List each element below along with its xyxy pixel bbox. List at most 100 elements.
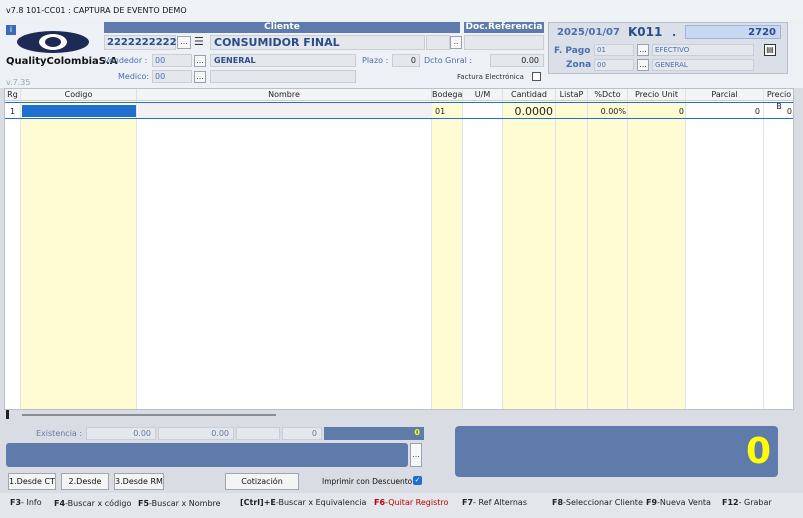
cliente-header: Cliente	[104, 22, 460, 33]
imprimir-descuento-label: Imprimir con Descuento	[322, 477, 413, 486]
shortcut-f9[interactable]: F9-Nueva Venta	[646, 498, 711, 507]
doc-code: K011	[628, 25, 663, 39]
docref-header: Doc.Referencia	[464, 22, 544, 33]
header-panel: i QualityColombiaS.A v.7.35 Cliente Doc.…	[0, 20, 803, 88]
doc-number-field: 2720	[685, 25, 781, 39]
existencia-field-2: 0.00	[158, 427, 234, 440]
zona-search-button[interactable]: ...	[637, 59, 649, 71]
row-nombre[interactable]	[138, 103, 432, 118]
version-label: v.7.35	[6, 78, 31, 87]
fpago-field[interactable]: 01	[594, 44, 634, 56]
zona-name-field: GENERAL	[652, 59, 754, 71]
existencia-field-4: 0	[324, 427, 424, 440]
shortcut-f7[interactable]: F7- Ref Alternas	[462, 498, 527, 507]
header-um[interactable]: U/M	[463, 89, 503, 101]
row-precio-b: 0	[786, 107, 792, 116]
header-parcial[interactable]: Parcial	[686, 89, 764, 101]
row-rg: 1	[10, 107, 16, 116]
medico-field[interactable]: 00	[152, 70, 192, 83]
existencia-label: Existencia :	[36, 429, 83, 438]
fpago-name-field: EFECTIVO	[652, 44, 754, 56]
header-dcto[interactable]: %Dcto	[588, 89, 628, 101]
notes-expand-button[interactable]: ...	[410, 443, 422, 467]
medico-search-button[interactable]: ...	[194, 71, 206, 83]
desde-ct-button[interactable]: 1.Desde CT	[8, 473, 56, 490]
client-extra-field[interactable]	[426, 35, 450, 50]
client-search-button[interactable]: ...	[177, 36, 191, 49]
col-precio-b	[764, 101, 793, 409]
plazo-label: Plazo :	[362, 56, 389, 65]
grid-scrollbar[interactable]	[22, 414, 276, 416]
shortcut-bar: F3- Info F4-Buscar x código F5-Buscar x …	[0, 493, 803, 518]
grid-scrollbar-thumb[interactable]	[6, 410, 9, 419]
dcto-gnral-label: Dcto Gnral :	[424, 56, 473, 65]
doc-sep: .	[672, 26, 677, 39]
desde-rm-button[interactable]: 3.Desde RM	[114, 473, 164, 490]
header-precio-unit[interactable]: Precio Unit	[628, 89, 686, 101]
docref-field[interactable]	[464, 35, 544, 50]
row-codigo-input[interactable]	[22, 105, 136, 117]
header-nombre[interactable]: Nombre	[137, 89, 432, 101]
notes-bar[interactable]	[6, 443, 408, 467]
row-bodega[interactable]: 01	[435, 104, 445, 119]
client-extra-button[interactable]: ..	[450, 36, 462, 49]
header-cantidad[interactable]: Cantidad	[503, 89, 556, 101]
row-cantidad[interactable]: 0.0000	[503, 104, 554, 119]
col-precio-unit	[628, 101, 686, 409]
col-dcto	[588, 101, 628, 409]
col-bodega	[432, 101, 463, 409]
desde-pd-button[interactable]: 2.Desde PD	[61, 473, 109, 502]
col-nombre	[137, 101, 432, 409]
header-bodega[interactable]: Bodega	[432, 89, 463, 101]
menu-lines-icon[interactable]: ☰	[194, 36, 206, 48]
existencia-field-3: 0	[282, 427, 322, 440]
col-codigo	[21, 101, 137, 409]
printer-icon[interactable]: ▤	[764, 44, 776, 56]
header-listap[interactable]: ListaP	[556, 89, 588, 101]
col-cantidad	[503, 101, 556, 409]
fpago-label: F. Pago	[554, 46, 591, 56]
zona-field[interactable]: 00	[594, 59, 634, 71]
client-name-field[interactable]: CONSUMIDOR FINAL	[210, 35, 425, 50]
medico-label: Medico:	[118, 72, 150, 81]
factura-electronica-checkbox[interactable]	[532, 72, 541, 81]
shortcut-f5[interactable]: F5-Buscar x Nombre	[138, 499, 221, 508]
vendedor-field[interactable]: 00	[152, 54, 192, 67]
window-title: v7.8 101-CC01 : CAPTURA DE EVENTO DEMO	[0, 0, 803, 20]
fpago-search-button[interactable]: ...	[637, 44, 649, 56]
factura-electronica-label: Factura Electrónica	[457, 73, 524, 81]
col-um	[463, 101, 503, 409]
dcto-gnral-field[interactable]: 0.00	[490, 54, 544, 67]
vendedor-label: Vendedor :	[104, 56, 148, 65]
shortcut-ctrl-e[interactable]: [Ctrl]+E-Buscar x Equivalencia	[240, 498, 366, 507]
shortcut-f6[interactable]: F6-Quitar Registro	[374, 498, 448, 507]
col-parcial	[686, 101, 764, 409]
shortcut-f8[interactable]: F8-Seleccionar Cliente	[552, 498, 643, 507]
shortcut-f3[interactable]: F3- Info	[10, 498, 42, 507]
col-listap	[556, 101, 588, 409]
existencia-field-1: 0.00	[86, 427, 156, 440]
shortcut-f12[interactable]: F12- Grabar	[722, 498, 772, 507]
existencia-field-blank	[236, 427, 280, 440]
shortcut-f4[interactable]: F4-Buscar x código	[54, 499, 131, 508]
vendedor-search-button[interactable]: ...	[194, 55, 206, 67]
logo-icon	[16, 30, 90, 54]
imprimir-descuento-checkbox[interactable]: ✓	[413, 476, 422, 485]
cotizacion-manual-button[interactable]: Cotización Manual	[225, 473, 299, 502]
header-rg[interactable]: Rg	[5, 89, 21, 101]
zona-label: Zona	[566, 60, 592, 70]
total-value: 0	[745, 431, 771, 472]
vendedor-name-field: GENERAL	[210, 54, 356, 67]
plazo-field[interactable]: 0	[392, 54, 420, 67]
doc-date: 2025/01/07	[557, 27, 620, 38]
items-grid[interactable]: Rg Codigo Nombre Bodega U/M Cantidad Lis…	[4, 88, 794, 410]
row-dcto[interactable]: 0.00%	[588, 104, 626, 119]
row-precio-unit[interactable]: 0	[628, 104, 684, 119]
info-icon[interactable]: i	[6, 25, 16, 35]
medico-name-field	[210, 70, 356, 83]
header-codigo[interactable]: Codigo	[21, 89, 137, 101]
client-id-field[interactable]: 22222222222	[104, 35, 184, 50]
col-rg	[5, 101, 21, 409]
row-parcial: 0	[754, 107, 760, 116]
header-precio-b[interactable]: Precio B	[764, 89, 793, 111]
